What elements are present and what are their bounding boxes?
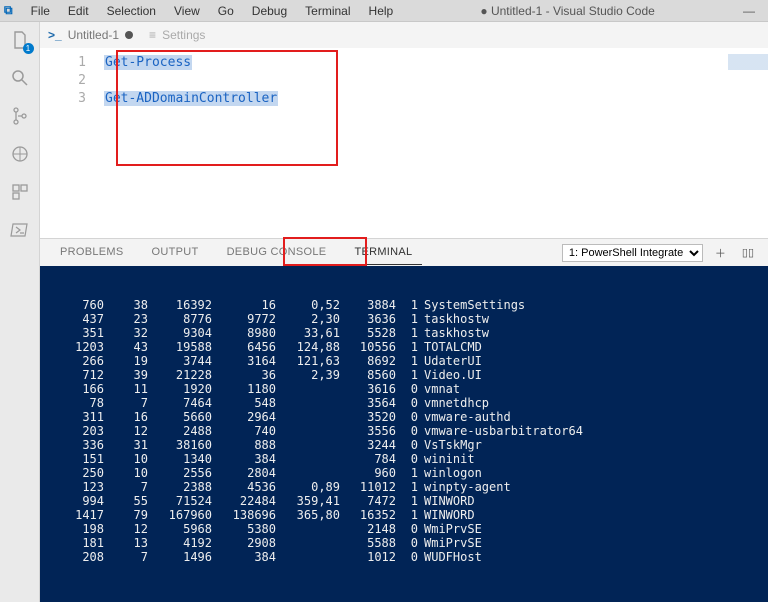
table-row: 7603816392160,5238841SystemSettings — [50, 298, 758, 312]
line-number: 1 — [40, 54, 86, 72]
search-icon[interactable] — [8, 66, 32, 90]
menu-file[interactable]: File — [23, 2, 58, 20]
tab-label: Settings — [162, 28, 205, 42]
table-row: 7123921228362,3985601Video.UI — [50, 368, 758, 382]
table-row: 120343195886456124,88105561TOTALCMD — [50, 340, 758, 354]
panel-bar: PROBLEMS OUTPUT DEBUG CONSOLE TERMINAL 1… — [40, 238, 768, 266]
panel-tabs: PROBLEMS OUTPUT DEBUG CONSOLE TERMINAL — [50, 240, 422, 265]
new-terminal-icon[interactable]: ＋ — [711, 245, 730, 261]
tab-untitled-1[interactable]: >_ Untitled-1 — [48, 28, 133, 42]
menu-go[interactable]: Go — [210, 2, 242, 20]
menu-help[interactable]: Help — [361, 2, 402, 20]
table-row: 1237238845360,89110121winpty-agent — [50, 480, 758, 494]
code-line: Get-Process — [104, 55, 192, 70]
terminal-output[interactable]: 7603816392160,5238841SystemSettings43723… — [40, 266, 768, 602]
tab-label: Untitled-1 — [68, 28, 119, 42]
table-row: 181134192290855880WmiPrvSE — [50, 536, 758, 550]
panel-tab-output[interactable]: OUTPUT — [142, 240, 209, 265]
panel-tab-debug-console[interactable]: DEBUG CONSOLE — [217, 240, 337, 265]
line-number: 2 — [40, 72, 86, 90]
table-row: 20312248874035560vmware-usbarbitrator64 — [50, 424, 758, 438]
menu-view[interactable]: View — [166, 2, 208, 20]
process-table: 7603816392160,5238841SystemSettings43723… — [50, 298, 758, 564]
table-row: 198125968538021480WmiPrvSE — [50, 522, 758, 536]
table-row: 141779167960138696365,80163521WINWORD — [50, 508, 758, 522]
title-bar: ⧉ File Edit Selection View Go Debug Term… — [0, 0, 768, 22]
table-row: 43723877697722,3036361taskhostw — [50, 312, 758, 326]
table-row: 311165660296435200vmware-authd — [50, 410, 758, 424]
editor-tab-bar: >_ Untitled-1 ≡ Settings — [40, 22, 768, 48]
line-gutter: 1 2 3 — [40, 54, 96, 108]
powershell-icon[interactable] — [8, 218, 32, 242]
window-title: ● Untitled-1 - Visual Studio Code — [401, 4, 734, 18]
table-row: 336313816088832440VsTskMgr — [50, 438, 758, 452]
table-row: 1511013403847840wininit — [50, 452, 758, 466]
minimap[interactable] — [728, 54, 768, 70]
table-row: 166111920118036160vmnat — [50, 382, 758, 396]
vscode-logo-icon: ⧉ — [4, 3, 13, 18]
explorer-icon[interactable]: 1 — [8, 28, 32, 52]
terminal-selector[interactable]: 1: PowerShell Integrate — [562, 244, 703, 262]
activity-bar: 1 — [0, 22, 40, 602]
code-editor[interactable]: 1 2 3 Get-Process Get-ADDomainController — [40, 48, 768, 238]
menu-selection[interactable]: Selection — [99, 2, 164, 20]
unsaved-indicator-icon — [125, 31, 133, 39]
minimize-button[interactable]: — — [734, 4, 764, 18]
panel-tab-problems[interactable]: PROBLEMS — [50, 240, 134, 265]
tab-settings[interactable]: ≡ Settings — [149, 28, 205, 42]
panel-tab-terminal[interactable]: TERMINAL — [344, 240, 422, 265]
code-content: Get-Process Get-ADDomainController — [104, 54, 278, 108]
line-number: 3 — [40, 90, 86, 108]
table-row: 2087149638410120WUDFHost — [50, 550, 758, 564]
explorer-badge: 1 — [23, 43, 34, 54]
menu-edit[interactable]: Edit — [60, 2, 97, 20]
table-row: 787746454835640vmnetdhcp — [50, 396, 758, 410]
source-control-icon[interactable] — [8, 104, 32, 128]
settings-tab-icon: ≡ — [149, 28, 156, 42]
table-row: 25010255628049601winlogon — [50, 466, 758, 480]
table-row: 2661937443164121,6386921UdaterUI — [50, 354, 758, 368]
menu-debug[interactable]: Debug — [244, 2, 295, 20]
split-terminal-icon[interactable]: ▯▯ — [738, 246, 758, 259]
menu-terminal[interactable]: Terminal — [297, 2, 358, 20]
menu-bar: File Edit Selection View Go Debug Termin… — [23, 2, 402, 20]
extensions-icon[interactable] — [8, 180, 32, 204]
table-row: 994557152422484359,4174721WINWORD — [50, 494, 758, 508]
table-row: 351329304898033,6155281taskhostw — [50, 326, 758, 340]
debug-icon[interactable] — [8, 142, 32, 166]
code-line: Get-ADDomainController — [104, 91, 278, 106]
powershell-file-icon: >_ — [48, 28, 62, 42]
